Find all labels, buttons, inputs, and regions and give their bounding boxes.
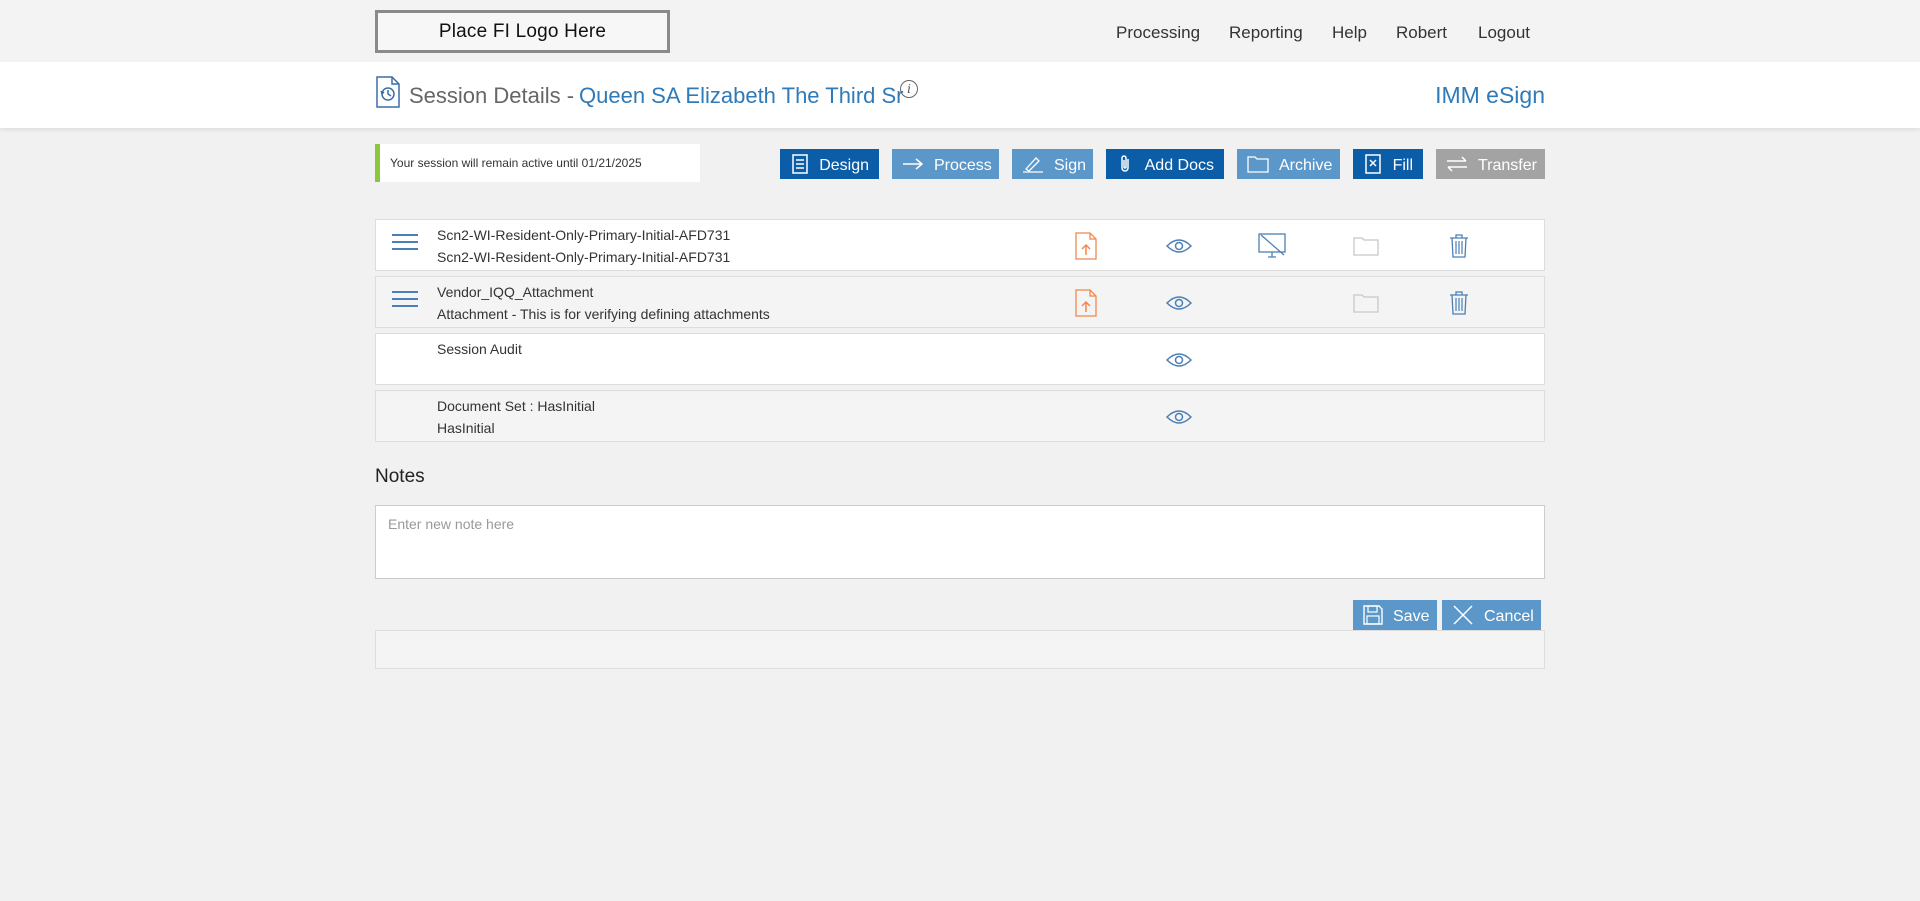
nav-processing[interactable]: Processing [1116, 23, 1200, 43]
drag-handle-icon[interactable] [392, 291, 418, 311]
folder-icon [1247, 153, 1269, 175]
document-description: Scn2-WI-Resident-Only-Primary-Initial-AF… [437, 249, 731, 265]
session-expiry-notice: Your session will remain active until 01… [375, 144, 700, 182]
nav-reporting[interactable]: Reporting [1229, 23, 1303, 43]
view-icon[interactable] [1164, 402, 1194, 432]
session-history-icon [375, 76, 401, 113]
paperclip-icon [1116, 153, 1135, 175]
document-name: Session Audit [437, 341, 522, 357]
document-description: Attachment - This is for verifying defin… [437, 306, 770, 322]
page-title: Session Details - [409, 83, 575, 108]
fill-button[interactable]: Fill [1353, 149, 1423, 179]
top-navbar [0, 0, 1920, 62]
document-name: Scn2-WI-Resident-Only-Primary-Initial-AF… [437, 227, 731, 243]
floppy-disk-icon [1363, 603, 1383, 627]
transfer-arrows-icon [1446, 153, 1468, 175]
notes-list-panel [375, 630, 1545, 669]
form-fill-icon [1363, 153, 1383, 175]
close-icon [1452, 603, 1474, 627]
document-list-icon [790, 153, 809, 175]
drag-handle-icon[interactable] [392, 234, 418, 254]
design-button[interactable]: Design [780, 149, 879, 179]
document-row: Session Audit [375, 333, 1545, 385]
nav-user[interactable]: Robert [1396, 23, 1447, 43]
transfer-button[interactable]: Transfer [1436, 149, 1545, 179]
session-name: Queen SA Elizabeth The Third Sr [579, 83, 904, 108]
brand-title: IMM eSign [1435, 82, 1545, 108]
trash-icon[interactable] [1444, 288, 1474, 318]
document-row: Scn2-WI-Resident-Only-Primary-Initial-AF… [375, 219, 1545, 271]
upload-icon[interactable] [1071, 288, 1101, 318]
cancel-button[interactable]: Cancel [1442, 600, 1541, 630]
sign-button[interactable]: Sign [1012, 149, 1093, 179]
document-name: Vendor_IQQ_Attachment [437, 284, 594, 300]
info-icon[interactable]: i [900, 80, 918, 98]
view-icon[interactable] [1164, 345, 1194, 375]
process-button[interactable]: Process [892, 149, 999, 179]
document-description: HasInitial [437, 420, 495, 436]
upload-icon[interactable] [1071, 231, 1101, 261]
view-icon[interactable] [1164, 231, 1194, 261]
arrow-right-icon [902, 153, 924, 175]
add-docs-button[interactable]: Add Docs [1106, 149, 1224, 179]
nav-help[interactable]: Help [1332, 23, 1367, 43]
folder-disabled-icon [1351, 231, 1381, 261]
notes-box [375, 505, 1545, 579]
note-input[interactable] [376, 506, 1544, 578]
logo-placeholder: Place FI Logo Here [375, 10, 670, 53]
document-row: Document Set : HasInitial HasInitial [375, 390, 1545, 442]
notes-heading: Notes [375, 466, 425, 487]
trash-icon[interactable] [1444, 231, 1474, 261]
save-button[interactable]: Save [1353, 600, 1437, 630]
document-row: Vendor_IQQ_Attachment Attachment - This … [375, 276, 1545, 328]
pen-icon [1022, 153, 1044, 175]
screen-disabled-icon[interactable] [1257, 231, 1287, 261]
document-name: Document Set : HasInitial [437, 398, 595, 414]
archive-button[interactable]: Archive [1237, 149, 1340, 179]
view-icon[interactable] [1164, 288, 1194, 318]
folder-disabled-icon [1351, 288, 1381, 318]
page-header [0, 62, 1920, 128]
nav-logout[interactable]: Logout [1478, 23, 1530, 43]
